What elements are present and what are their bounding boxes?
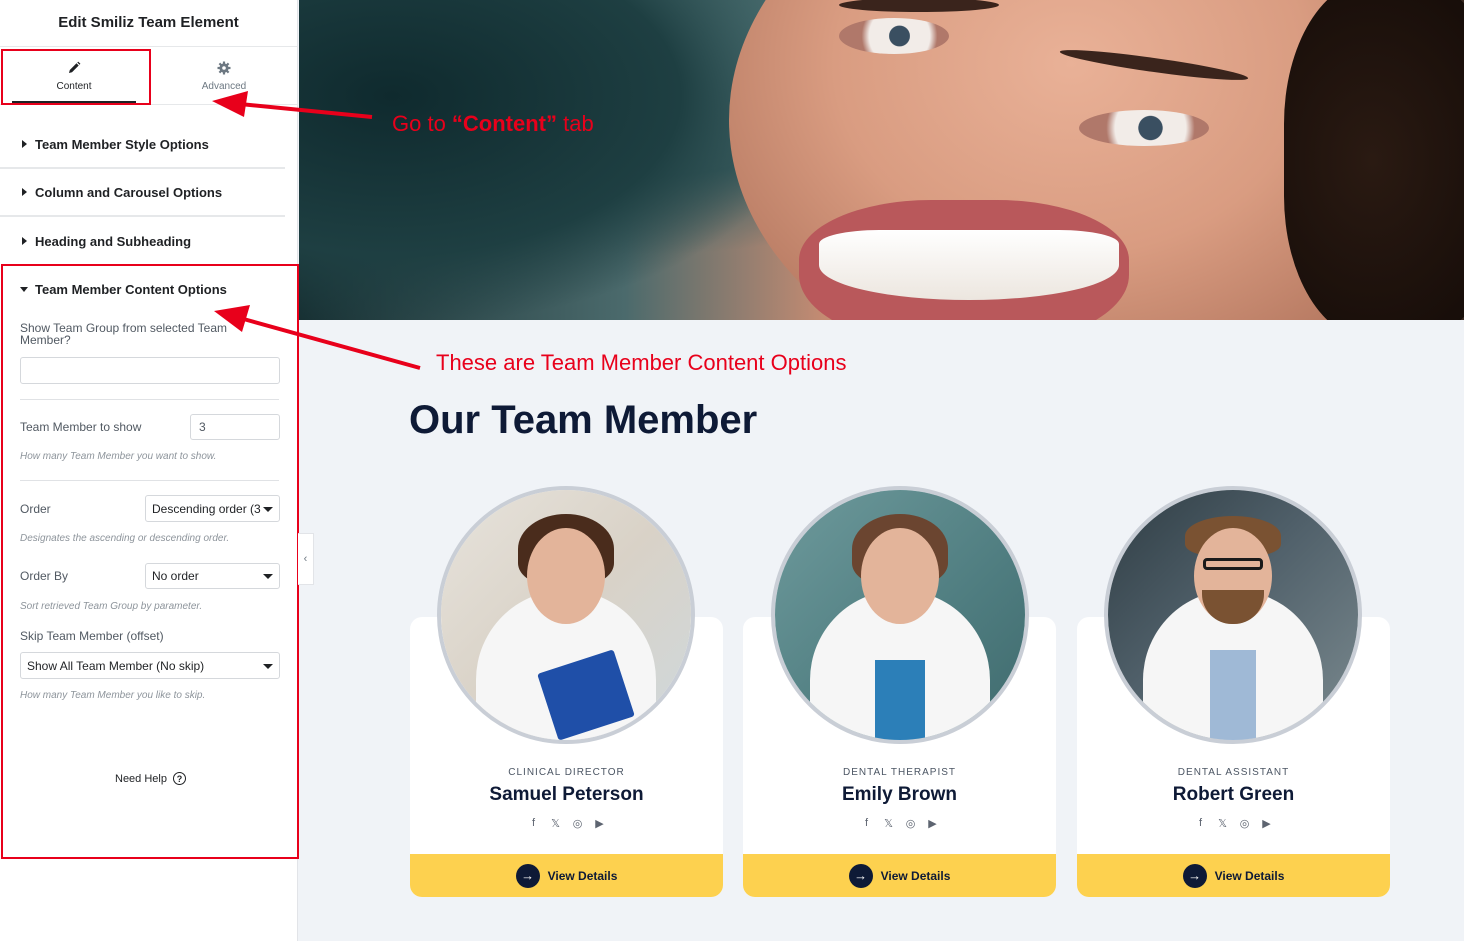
section-team-member-content[interactable]: Team Member Content Options	[20, 282, 227, 297]
need-help-link[interactable]: Need Help ?	[115, 772, 186, 785]
team-heading: Our Team Member	[409, 398, 758, 442]
social-links: f 𝕏 ◎ ▶	[743, 817, 1056, 830]
annotation-prefix: Go to	[392, 111, 452, 136]
dropdown-arrow-icon	[263, 574, 273, 579]
hero-eye	[1079, 110, 1209, 146]
dropdown-arrow-icon	[263, 663, 273, 669]
question-circle-icon: ?	[172, 772, 186, 785]
order-help: Designates the ascending or descending o…	[20, 533, 230, 544]
annotation-strong: “Content”	[451, 111, 558, 136]
view-details-button[interactable]: → View Details	[1077, 854, 1390, 897]
section-label: Column and Carousel Options	[35, 184, 223, 200]
youtube-icon[interactable]: ▶	[594, 817, 606, 830]
orderby-help: Sort retrieved Team Group by parameter.	[20, 601, 203, 612]
team-member-count-input[interactable]: 3	[190, 414, 280, 440]
member-photo	[437, 486, 695, 744]
order-select[interactable]: Descending order (3	[145, 495, 280, 522]
to-show-label: Team Member to show	[20, 420, 142, 434]
view-details-label: View Details	[1214, 868, 1285, 883]
skip-select[interactable]: Show All Team Member (No skip)	[20, 652, 280, 679]
caret-down-icon	[20, 287, 28, 292]
x-twitter-icon[interactable]: 𝕏	[1217, 817, 1229, 830]
section-label: Team Member Content Options	[35, 282, 227, 297]
member-role: DENTAL THERAPIST	[842, 767, 957, 778]
show-group-label: Show Team Group from selected Team Membe…	[20, 321, 227, 347]
instagram-icon[interactable]: ◎	[572, 817, 584, 830]
view-details-button[interactable]: → View Details	[410, 854, 723, 897]
instagram-icon[interactable]: ◎	[1239, 817, 1251, 830]
youtube-icon[interactable]: ▶	[927, 817, 939, 830]
need-help-label: Need Help	[115, 772, 167, 785]
highlight-content-options	[1, 264, 299, 859]
caret-right-icon	[22, 237, 27, 245]
glasses-icon	[1203, 558, 1263, 570]
hero-eye	[839, 18, 949, 54]
annotation-suffix: tab	[557, 111, 594, 136]
skip-label: Skip Team Member (offset)	[20, 629, 164, 643]
panel-title: Edit Smiliz Team Element	[0, 0, 297, 47]
hero-image	[299, 0, 1464, 320]
photo-face	[527, 528, 605, 624]
collapse-panel-button[interactable]: ‹	[298, 533, 314, 585]
order-select-value: Descending order (3	[152, 501, 261, 516]
photo-face	[861, 528, 939, 624]
order-label: Order	[20, 502, 51, 516]
youtube-icon[interactable]: ▶	[1261, 817, 1273, 830]
caret-right-icon	[22, 188, 27, 196]
orderby-label: Order By	[20, 569, 69, 583]
orderby-select-value: No order	[152, 569, 199, 583]
view-details-label: View Details	[880, 868, 951, 883]
tab-advanced-label: Advanced	[201, 81, 247, 92]
annotation-content-options: These are Team Member Content Options	[436, 350, 847, 375]
facebook-icon[interactable]: f	[861, 817, 873, 830]
divider	[20, 480, 279, 481]
member-name: Samuel Peterson	[489, 784, 644, 805]
hero-hair	[1284, 0, 1464, 320]
section-label: Heading and Subheading	[35, 233, 192, 249]
highlight-content-tab	[1, 49, 151, 105]
show-group-field[interactable]	[20, 357, 280, 384]
gear-icon	[217, 61, 231, 75]
arrow-right-icon: →	[1182, 863, 1207, 888]
social-links: f 𝕏 ◎ ▶	[410, 817, 723, 830]
member-photo	[771, 486, 1029, 744]
x-twitter-icon[interactable]: 𝕏	[550, 817, 562, 830]
orderby-select[interactable]: No order	[145, 563, 280, 589]
member-role: DENTAL ASSISTANT	[1177, 767, 1290, 778]
member-role: CLINICAL DIRECTOR	[508, 767, 625, 778]
caret-right-icon	[22, 140, 27, 148]
divider	[20, 399, 279, 400]
arrow-right-icon: →	[515, 863, 540, 888]
member-name: Robert Green	[1172, 784, 1295, 805]
section-column-carousel[interactable]: Column and Carousel Options	[0, 169, 285, 217]
skip-help: How many Team Member you like to skip.	[20, 690, 206, 701]
view-details-button[interactable]: → View Details	[743, 854, 1056, 897]
section-heading-subheading[interactable]: Heading and Subheading	[0, 217, 285, 265]
x-twitter-icon[interactable]: 𝕏	[883, 817, 895, 830]
photo-shirt	[1210, 650, 1256, 740]
section-team-member-style[interactable]: Team Member Style Options	[0, 121, 285, 169]
view-details-label: View Details	[547, 868, 618, 883]
hero-teeth	[819, 230, 1119, 300]
dropdown-arrow-icon	[263, 506, 273, 512]
facebook-icon[interactable]: f	[1195, 817, 1207, 830]
photo-scrubs	[875, 660, 925, 740]
annotation-content-tab: Go to “Content” tab	[392, 111, 594, 137]
section-label: Team Member Style Options	[35, 136, 209, 152]
arrow-right-icon: →	[848, 863, 873, 888]
tab-advanced[interactable]: Advanced	[150, 47, 298, 105]
facebook-icon[interactable]: f	[528, 817, 540, 830]
instagram-icon[interactable]: ◎	[905, 817, 917, 830]
social-links: f 𝕏 ◎ ▶	[1077, 817, 1390, 830]
member-name: Emily Brown	[841, 784, 958, 805]
skip-select-value: Show All Team Member (No skip)	[27, 658, 205, 673]
to-show-help: How many Team Member you want to show.	[20, 451, 217, 462]
member-photo	[1104, 486, 1362, 744]
